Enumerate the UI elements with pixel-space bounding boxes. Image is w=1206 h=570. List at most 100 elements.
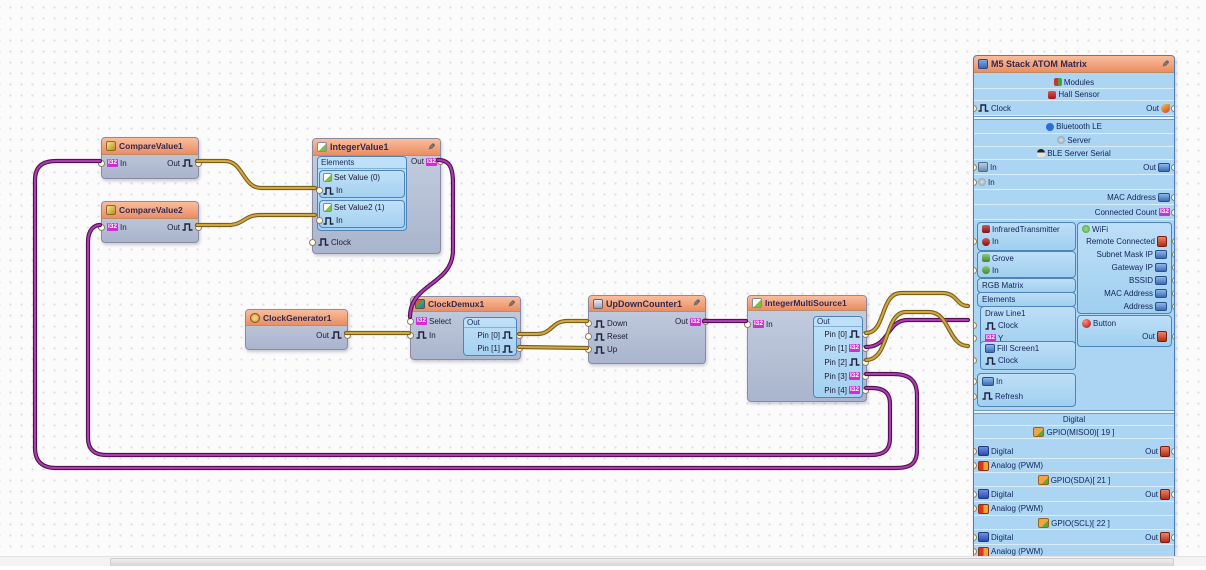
block-header[interactable]: CompareValue2 — [102, 202, 198, 219]
pin-out[interactable] — [1171, 105, 1175, 112]
pin-select[interactable] — [407, 318, 414, 325]
pin-3[interactable] — [862, 373, 869, 380]
elements-container[interactable]: Elements Set Value (0) In Set Value2 (1) — [317, 156, 407, 231]
block-header[interactable]: M5 Stack ATOM Matrix ✎ — [974, 56, 1174, 73]
m5-row-server[interactable]: Server — [974, 134, 1174, 147]
pin-in[interactable] — [973, 164, 977, 171]
wire-ims-pin1-to-drawline-y[interactable] — [866, 320, 968, 347]
block-header[interactable]: CompareValue1 — [102, 138, 198, 155]
subbox-fill-screen1[interactable]: Fill Screen1 Clock — [980, 341, 1076, 370]
block-integer-multi-source1[interactable]: IntegerMultiSource1 I32 In Out Pin [0] P… — [747, 295, 867, 402]
m5-row-bluetooth[interactable]: Bluetooth LE — [974, 120, 1174, 134]
pin-4[interactable] — [862, 387, 869, 394]
pin-in[interactable] — [316, 217, 323, 224]
block-compare-value2[interactable]: CompareValue2 I32 In Out — [101, 201, 199, 243]
pin-digital[interactable] — [973, 448, 977, 455]
subbox-grove[interactable]: Grove In — [977, 251, 1076, 278]
pin-clock[interactable] — [973, 105, 977, 112]
subbox-display[interactable]: In Refresh — [977, 373, 1076, 407]
pin-clock[interactable] — [309, 239, 316, 246]
wire-cv1-to-iv-setvalue0[interactable] — [197, 161, 315, 188]
wire-ims-pin2-to-fillscreen-clock[interactable] — [866, 312, 968, 360]
subbox-infrared-transmitter[interactable]: InfraredTransmitter In — [977, 222, 1076, 251]
pin-out[interactable] — [1171, 491, 1175, 498]
pin-out[interactable] — [1172, 333, 1175, 340]
block-clock-generator1[interactable]: ClockGenerator1 Out — [245, 309, 348, 350]
pin-out[interactable] — [1171, 448, 1175, 455]
pin-analog[interactable] — [973, 462, 977, 469]
wire-cv2-to-iv-setvalue2[interactable] — [197, 215, 315, 225]
elements-header[interactable]: Elements — [318, 157, 406, 169]
subbox-elements[interactable]: Elements — [977, 292, 1076, 307]
pin-y[interactable] — [973, 335, 977, 342]
pin-connected-count[interactable] — [1171, 209, 1175, 216]
pin-in[interactable] — [407, 332, 414, 339]
pin-in[interactable] — [973, 267, 977, 274]
pin-reset[interactable] — [585, 333, 592, 340]
m5-row-modules[interactable]: Modules — [974, 76, 1174, 89]
m5-row-hall-sensor[interactable]: Hall Sensor — [974, 89, 1174, 101]
gpio-group-scl[interactable]: GPIO(SCL)[ 22 ] Digital Out Analog (PWM) — [974, 517, 1174, 559]
pin-subnet-mask[interactable] — [1172, 251, 1175, 258]
pin-up[interactable] — [585, 346, 592, 353]
pin-out[interactable] — [702, 318, 709, 325]
subbox-button[interactable]: Button Out — [1077, 315, 1172, 347]
pin-out[interactable] — [437, 158, 444, 165]
m5-row-ble-serial[interactable]: BLE Server Serial — [974, 147, 1174, 160]
block-header[interactable]: IntegerMultiSource1 — [748, 296, 866, 311]
pin-analog[interactable] — [973, 548, 977, 555]
pin-out[interactable] — [1171, 164, 1175, 171]
wire-ims-pin0-to-drawline-clock[interactable] — [866, 293, 968, 333]
wire-cd-pin0-to-udc-down[interactable] — [519, 321, 587, 334]
pin-0[interactable] — [862, 331, 869, 338]
edit-pencil-icon[interactable]: ✎ — [693, 299, 701, 308]
pin-in[interactable] — [316, 187, 323, 194]
pin-1[interactable] — [862, 345, 869, 352]
block-header[interactable]: UpDownCounter1 ✎ — [589, 296, 705, 312]
pin-digital[interactable] — [973, 491, 977, 498]
element-set-value2[interactable]: Set Value2 (1) In — [319, 200, 405, 228]
pin-0[interactable] — [516, 332, 523, 339]
visuino-design-canvas[interactable]: CompareValue1 I32 In Out CompareValue2 I… — [0, 0, 1206, 570]
edit-pencil-icon[interactable]: ✎ — [1162, 60, 1170, 69]
pin-out[interactable] — [195, 160, 202, 167]
block-m5-stack-atom-matrix[interactable]: M5 Stack ATOM Matrix ✎ Modules Hall Sens… — [973, 55, 1175, 560]
pin-down[interactable] — [585, 320, 592, 327]
pin-1[interactable] — [516, 345, 523, 352]
pin-out[interactable] — [344, 332, 351, 339]
pin-analog[interactable] — [973, 505, 977, 512]
block-header[interactable]: ClockGenerator1 — [246, 310, 347, 326]
block-clock-demux1[interactable]: ClockDemux1 ✎ I32 Select In Out Pin [0] … — [410, 296, 521, 360]
pin-out[interactable] — [195, 224, 202, 231]
gpio-group-sda[interactable]: GPIO(SDA)[ 21 ] Digital Out Analog (PWM) — [974, 474, 1174, 516]
pin-digital[interactable] — [973, 534, 977, 541]
subbox-wifi[interactable]: WiFi Remote Connected Subnet Mask IP Gat… — [1077, 222, 1172, 314]
pin-in[interactable] — [973, 238, 977, 245]
pin-in[interactable] — [744, 321, 751, 328]
edit-pencil-icon[interactable]: ✎ — [428, 143, 436, 152]
subbox-rgb-matrix[interactable]: RGB Matrix — [977, 278, 1076, 293]
pin-clock[interactable] — [973, 322, 977, 329]
pin-out[interactable] — [1171, 534, 1175, 541]
block-updown-counter1[interactable]: UpDownCounter1 ✎ Down Reset Up Out I32 — [588, 295, 706, 364]
pin-refresh[interactable] — [973, 393, 977, 400]
pin-remote-connected[interactable] — [1172, 238, 1175, 245]
pin-2[interactable] — [862, 359, 869, 366]
pin-address[interactable] — [1172, 303, 1175, 310]
block-header[interactable]: IntegerValue1 ✎ — [313, 139, 440, 156]
wire-cd-pin1-to-udc-up[interactable] — [519, 347, 587, 348]
pin-mac-address[interactable] — [1172, 290, 1175, 297]
gpio-group-miso0[interactable]: GPIO(MISO0)[ 19 ] Digital Out Analog (PW… — [974, 426, 1174, 473]
pin-mac-address[interactable] — [1171, 194, 1175, 201]
pin-in[interactable] — [973, 378, 977, 385]
block-header[interactable]: ClockDemux1 ✎ — [411, 297, 520, 312]
block-integer-value1[interactable]: IntegerValue1 ✎ Out I32 Elements Set Val… — [312, 138, 441, 254]
pin-in[interactable] — [98, 224, 105, 231]
block-compare-value1[interactable]: CompareValue1 I32 In Out — [101, 137, 199, 179]
pin-gateway[interactable] — [1172, 264, 1175, 271]
edit-pencil-icon[interactable]: ✎ — [508, 300, 516, 309]
pin-in[interactable] — [973, 179, 977, 186]
pin-clock[interactable] — [973, 357, 977, 364]
pin-in[interactable] — [98, 160, 105, 167]
pin-bssid[interactable] — [1172, 277, 1175, 284]
